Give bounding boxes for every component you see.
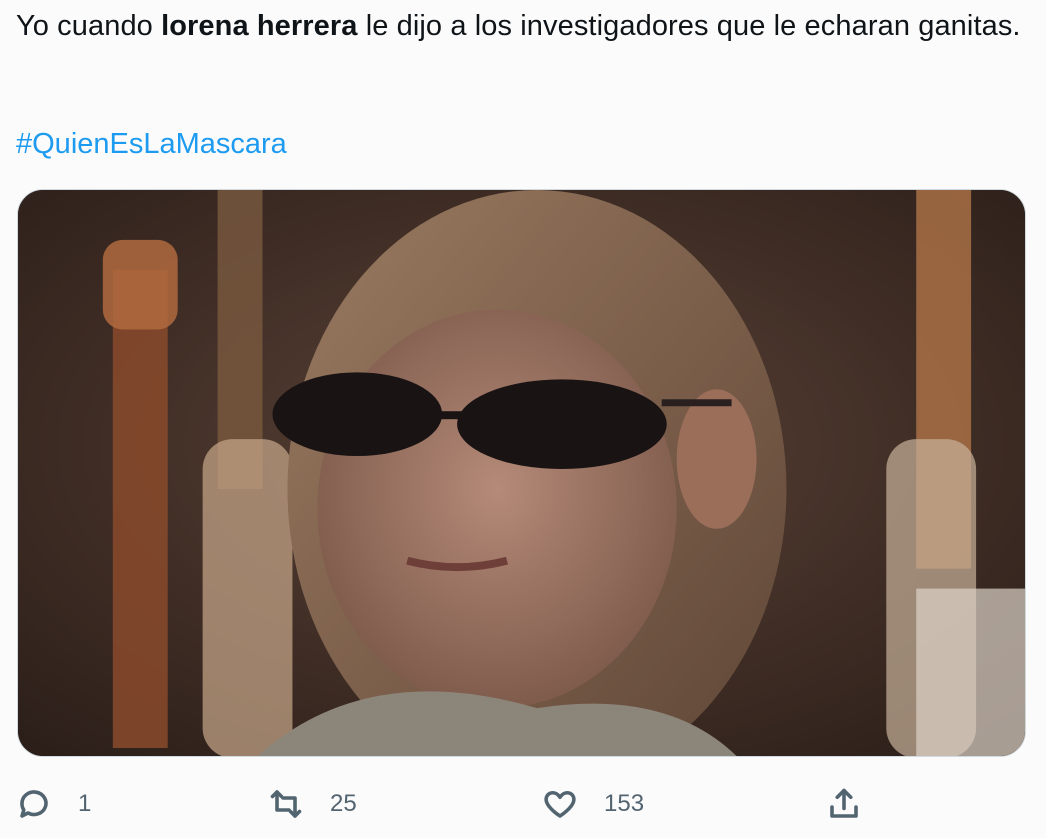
tweet-text-start: Yo cuando	[16, 10, 162, 42]
like-button[interactable]: 153	[542, 784, 644, 824]
speech-bubble-icon	[20, 790, 48, 818]
hashtag-link[interactable]: #QuienEsLaMascara	[16, 122, 287, 166]
share-upload-icon	[830, 788, 858, 818]
heart-icon	[544, 790, 576, 818]
share-button[interactable]	[826, 784, 862, 824]
reply-count: 1	[78, 790, 92, 817]
tweet-text-end: le dijo a los investigadores que le echa…	[357, 10, 1021, 42]
like-count: 153	[604, 790, 645, 817]
reply-button[interactable]: 1	[16, 784, 91, 824]
retweet-count: 25	[330, 790, 357, 817]
tweet-media-image[interactable]	[17, 189, 1026, 757]
retweet-arrows-icon	[270, 790, 302, 818]
meme-photo	[18, 190, 1025, 756]
tweet-mention-bold: lorena herrera	[161, 10, 358, 42]
tweet-text: Yo cuando lorena herrera le dijo a los i…	[16, 4, 1026, 48]
retweet-button[interactable]: 25	[268, 784, 357, 824]
tweet-actions-bar: 1 25 153	[0, 768, 1046, 838]
